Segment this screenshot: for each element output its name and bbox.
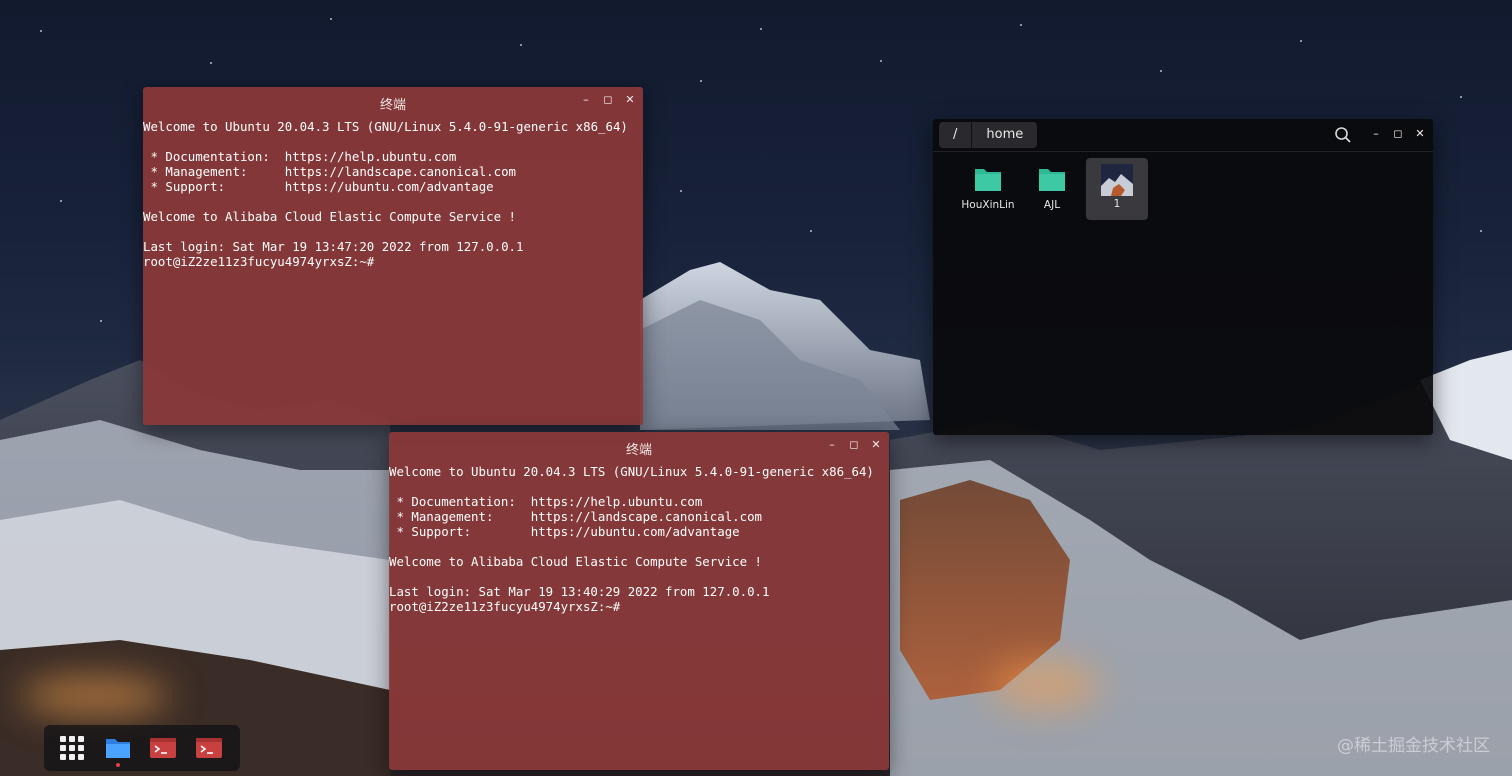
folder-name: HouXinLin xyxy=(961,199,1015,211)
window-title: 终端 xyxy=(625,443,652,458)
maximize-button[interactable]: ◻ xyxy=(601,93,615,107)
dock xyxy=(44,725,240,771)
folder-item[interactable]: AJL xyxy=(1021,165,1083,211)
close-button[interactable]: ✕ xyxy=(869,438,883,452)
close-button[interactable]: ✕ xyxy=(623,93,637,107)
app-grid-icon[interactable] xyxy=(58,734,86,762)
folder-icon xyxy=(975,169,1001,191)
close-button[interactable]: ✕ xyxy=(1413,127,1427,141)
file-manager-toolbar[interactable]: / home – ◻ ✕ xyxy=(933,119,1433,152)
terminal-window[interactable]: 终端 – ◻ ✕ Welcome to Ubuntu 20.04.3 LTS (… xyxy=(143,87,643,425)
breadcrumb-root[interactable]: / xyxy=(939,122,971,148)
terminal-titlebar[interactable]: 终端 – ◻ ✕ xyxy=(389,432,889,460)
breadcrumb: / home xyxy=(939,122,1038,148)
terminal-window[interactable]: 终端 – ◻ ✕ Welcome to Ubuntu 20.04.3 LTS (… xyxy=(389,432,889,770)
search-icon[interactable] xyxy=(1334,126,1352,144)
window-title: 终端 xyxy=(379,98,406,113)
maximize-button[interactable]: ◻ xyxy=(1391,127,1405,141)
minimize-button[interactable]: – xyxy=(1369,127,1383,141)
running-indicator xyxy=(116,763,120,767)
desktop: 终端 – ◻ ✕ Welcome to Ubuntu 20.04.3 LTS (… xyxy=(0,0,1512,776)
folder-name: AJL xyxy=(1043,199,1061,211)
file-name: 1 xyxy=(1113,198,1121,210)
maximize-button[interactable]: ◻ xyxy=(847,438,861,452)
terminal-icon[interactable] xyxy=(195,734,223,762)
breadcrumb-home[interactable]: home xyxy=(971,122,1037,148)
folder-item[interactable]: HouXinLin xyxy=(957,165,1019,211)
terminal-output[interactable]: Welcome to Ubuntu 20.04.3 LTS (GNU/Linux… xyxy=(143,115,643,269)
terminal-icon[interactable] xyxy=(149,734,177,762)
terminal-titlebar[interactable]: 终端 – ◻ ✕ xyxy=(143,87,643,115)
minimize-button[interactable]: – xyxy=(579,93,593,107)
image-thumbnail-icon xyxy=(1101,164,1133,196)
minimize-button[interactable]: – xyxy=(825,438,839,452)
town-lights xyxy=(990,660,1100,710)
watermark: @稀土掘金技术社区 xyxy=(1337,736,1490,756)
files-icon[interactable] xyxy=(104,734,132,762)
file-manager-window[interactable]: / home – ◻ ✕ HouXinLin AJL 1 xyxy=(933,119,1433,435)
town-lights xyxy=(20,676,170,716)
folder-icon xyxy=(1039,169,1065,191)
terminal-output[interactable]: Welcome to Ubuntu 20.04.3 LTS (GNU/Linux… xyxy=(389,460,889,614)
image-file-item[interactable]: 1 xyxy=(1086,158,1148,220)
